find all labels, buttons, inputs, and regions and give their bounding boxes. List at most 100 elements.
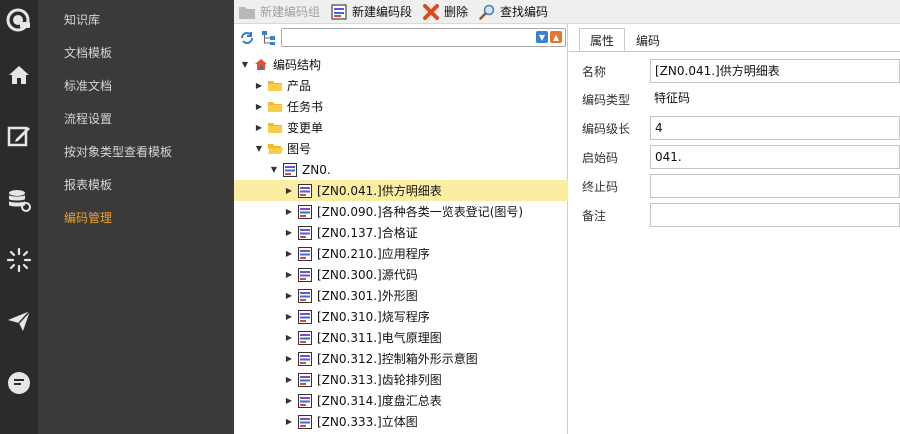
tree-node-label: ZN0. [302,162,331,177]
search-down-icon[interactable]: ▼ [536,31,548,43]
find-code-button[interactable]: 查找编码 [478,1,548,23]
loading-icon[interactable] [4,245,34,275]
tree-node[interactable]: ▼ 图号 [234,138,568,159]
expand-icon[interactable]: ▶ [284,249,294,258]
search-up-icon[interactable]: ▲ [550,31,562,43]
tree-node[interactable]: ▶ 任务书 [234,96,568,117]
tree-node[interactable]: ▶ [ZN0.210.]应用程序 [234,243,568,264]
tree-node-label: 产品 [287,79,312,93]
expand-icon[interactable]: ▶ [284,270,294,279]
expand-icon[interactable]: ▶ [284,333,294,342]
tree-node-label: [ZN0.137.]合格证 [317,226,418,240]
expand-icon[interactable]: ▶ [284,186,294,195]
property-row-remarks: 备注 [582,203,900,227]
code-doc-icon [297,351,313,366]
expand-icon[interactable]: ▶ [284,207,294,216]
nav-item-document-templates[interactable]: 文档模板 [64,42,112,64]
tree-node-label: 任务书 [287,100,324,114]
expand-icon[interactable]: ▶ [254,81,264,90]
expand-icon[interactable]: ▶ [254,102,264,111]
tree-node[interactable]: ▶ [ZN0.090.]各种各类一览表登记(图号) [234,201,568,222]
new-code-segment-button[interactable]: 新建编码段 [330,1,412,23]
new-code-group-label: 新建编码组 [260,5,321,19]
expand-icon[interactable]: ▶ [284,228,294,237]
nav-menu: 知识库 文档模板 标准文档 流程设置 按对象类型查看模板 报表模板 编码管理 [38,0,234,434]
tab-codes[interactable]: 编码 [625,28,671,52]
tree-node[interactable]: ▶ 变更单 [234,117,568,138]
database-gear-icon[interactable] [4,185,34,215]
send-icon[interactable] [4,306,34,336]
tree-node[interactable]: ▶ [ZN0.312.]控制箱外形示意图 [234,348,568,369]
tree-node-label: [ZN0.041.]供方明细表 [317,184,442,198]
code-doc-icon [297,204,313,219]
tree-node-label: [ZN0.301.]外形图 [317,289,418,303]
code-doc-icon [297,288,313,303]
delete-button[interactable]: 删除 [422,1,468,23]
end-code-field[interactable] [650,174,900,198]
collapse-icon[interactable]: ▼ [254,144,264,153]
tree-node[interactable]: ▶ [ZN0.313.]齿轮排列图 [234,369,568,390]
new-segment-icon [330,3,348,21]
details-tabs: 属性 编码 [579,28,671,52]
expand-icon[interactable]: ▶ [254,123,264,132]
property-label: 编码级长 [582,121,631,136]
edit-icon[interactable] [4,121,34,151]
property-label: 备注 [582,208,607,223]
expand-icon[interactable]: ▶ [284,396,294,405]
tree-structure-icon[interactable] [260,29,278,47]
code-doc-icon [297,330,313,345]
tree-node[interactable]: ▶ [ZN0.301.]外形图 [234,285,568,306]
refresh-icon[interactable] [238,29,256,47]
expand-icon[interactable]: ▶ [284,354,294,363]
expand-icon[interactable]: ▶ [284,417,294,426]
new-code-segment-label: 新建编码段 [352,5,413,19]
start-code-field[interactable]: 041. [650,145,900,169]
nav-item-templates-by-object-type[interactable]: 按对象类型查看模板 [64,141,172,163]
chat-icon[interactable] [4,368,34,398]
home-icon[interactable] [4,60,34,90]
tree-node[interactable]: ▶ [ZN0.311.]电气原理图 [234,327,568,348]
tree-node-selected[interactable]: ▶ [ZN0.041.]供方明细表 [234,180,568,201]
property-label: 启始码 [582,150,619,165]
remarks-field[interactable] [650,203,900,227]
expand-icon[interactable]: ▶ [284,312,294,321]
nav-item-knowledge-base[interactable]: 知识库 [64,9,100,31]
code-length-field[interactable]: 4 [650,116,900,140]
code-doc-icon [297,183,313,198]
nav-item-workflow-settings[interactable]: 流程设置 [64,108,112,130]
tree-node-label: [ZN0.333.]立体图 [317,415,418,429]
collapse-icon[interactable]: ▼ [269,165,279,174]
tree-node[interactable]: ▶ [ZN0.137.]合格证 [234,222,568,243]
sepm-logo-icon[interactable] [4,6,34,36]
code-doc-icon [297,393,313,408]
tree-node-label: 图号 [287,142,312,156]
property-row-code-length: 编码级长 4 [582,116,900,140]
tab-properties[interactable]: 属性 [579,28,626,52]
nav-item-code-management[interactable]: 编码管理 [64,207,112,229]
tree-node[interactable]: ▶ 产品 [234,75,568,96]
tree-node[interactable]: ▼ ZN0. [234,159,568,180]
code-tree-panel: ▼ ▲ ▼ 编码结构 ▶ 产品 ▶ 任务书 ▶ 变更单 ▼ 图号 ▼ ZN0. … [234,24,568,434]
tree-node[interactable]: ▶ [ZN0.333.]立体图 [234,411,568,432]
code-doc-icon [297,372,313,387]
nav-item-standard-documents[interactable]: 标准文档 [64,75,112,97]
expand-icon[interactable]: ▶ [284,291,294,300]
folder-icon [267,100,283,114]
new-code-group-button[interactable]: 新建编码组 [238,1,320,23]
tree-node[interactable]: ▶ [ZN0.314.]度盘汇总表 [234,390,568,411]
find-code-label: 查找编码 [500,5,549,19]
tree-root[interactable]: ▼ 编码结构 [234,54,568,75]
property-label: 编码类型 [582,92,631,107]
nav-item-report-templates[interactable]: 报表模板 [64,174,112,196]
new-group-icon [238,3,256,21]
collapse-icon[interactable]: ▼ [240,60,250,69]
tree-search-input[interactable] [282,29,522,46]
tree-node-label: [ZN0.312.]控制箱外形示意图 [317,352,478,366]
tree-node-label: 变更单 [287,121,324,135]
name-field[interactable]: [ZN0.041.]供方明细表 [650,59,900,83]
tree-node[interactable]: ▶ [ZN0.310.]烧写程序 [234,306,568,327]
tree-node[interactable]: ▶ [ZN0.300.]源代码 [234,264,568,285]
delete-label: 删除 [444,5,469,19]
expand-icon[interactable]: ▶ [284,375,294,384]
icon-rail [0,0,38,434]
